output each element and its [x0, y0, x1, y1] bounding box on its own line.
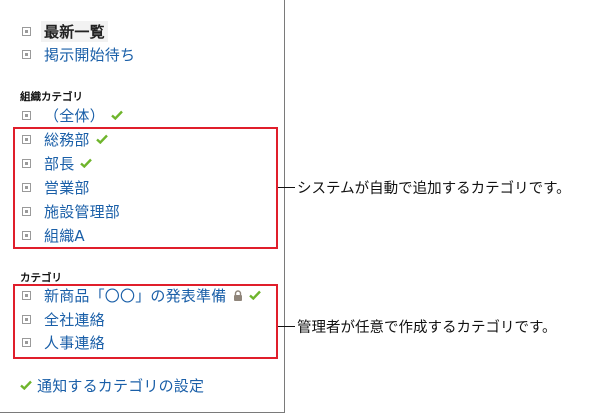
- square-bullet-icon: [22, 49, 31, 59]
- notification-settings-label[interactable]: 通知するカテゴリの設定: [37, 375, 204, 396]
- admin-callout-line: [278, 326, 295, 327]
- admin-categories-note: 管理者が任意で作成するカテゴリです。: [297, 320, 557, 336]
- system-callout-line: [278, 187, 295, 188]
- sidebar-item-label[interactable]: 掲示開始待ち: [44, 44, 135, 65]
- check-icon: [20, 380, 32, 390]
- sidebar-item-pending[interactable]: 掲示開始待ち: [22, 43, 135, 65]
- check-icon: [111, 110, 123, 120]
- sidebar-item-label[interactable]: （全体）: [44, 105, 105, 126]
- section-title-category: カテゴリ: [20, 272, 62, 284]
- sidebar-item-all[interactable]: （全体）: [22, 104, 123, 126]
- admin-categories-highlight: [13, 284, 278, 359]
- notification-settings-link[interactable]: 通知するカテゴリの設定: [20, 374, 204, 396]
- sidebar-item-label[interactable]: 最新一覧: [41, 20, 108, 42]
- square-bullet-icon: [22, 110, 31, 120]
- section-title-organization: 組織カテゴリ: [20, 91, 83, 103]
- square-bullet-icon: [22, 26, 31, 36]
- system-categories-note: システムが自動で追加するカテゴリです。: [297, 181, 571, 197]
- sidebar-item-latest[interactable]: 最新一覧: [22, 20, 108, 42]
- system-categories-highlight: [13, 127, 278, 249]
